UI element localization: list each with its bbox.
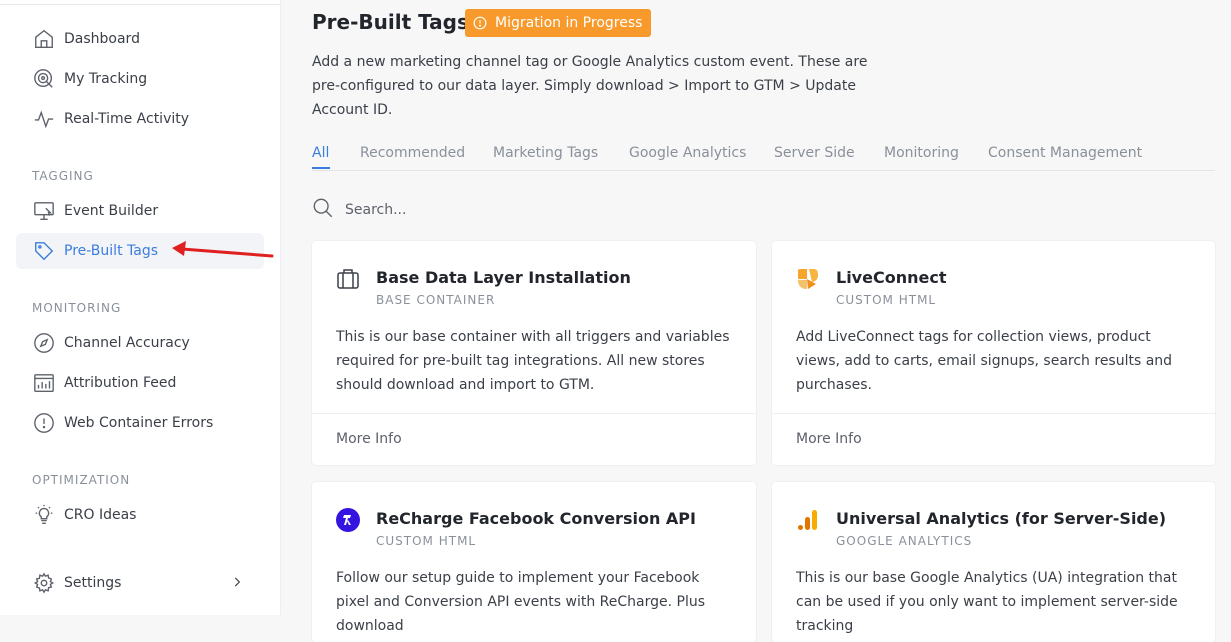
divider	[0, 4, 280, 5]
sidebar-item-cro-ideas[interactable]: CRO Ideas	[16, 497, 264, 533]
gear-icon	[32, 571, 56, 595]
card-description: This is our base Google Analytics (UA) i…	[796, 570, 1178, 634]
search-input[interactable]	[343, 201, 597, 219]
tab-monitoring[interactable]: Monitoring	[884, 145, 959, 161]
page-title: Pre-Built Tags	[312, 10, 469, 34]
card-subtitle: BASE CONTAINER	[376, 293, 496, 307]
tag-card[interactable]: Universal Analytics (for Server-Side) GO…	[772, 482, 1215, 642]
info-icon	[473, 16, 487, 30]
divider	[312, 413, 756, 414]
tab-bar: All Recommended Marketing Tags Google An…	[312, 142, 1215, 171]
chevron-right-icon	[230, 575, 244, 593]
sidebar-item-label: Attribution Feed	[64, 375, 177, 391]
card-title: Universal Analytics (for Server-Side)	[836, 509, 1167, 528]
sidebar-item-label: CRO Ideas	[64, 507, 137, 523]
tab-recommended[interactable]: Recommended	[360, 145, 465, 161]
sidebar-item-attribution-feed[interactable]: Attribution Feed	[16, 365, 264, 401]
sidebar-item-label: Real-Time Activity	[64, 111, 190, 127]
sidebar-item-label: Web Container Errors	[64, 415, 214, 431]
liveconnect-logo-icon	[796, 267, 820, 291]
sidebar-item-channel-accuracy[interactable]: Channel Accuracy	[16, 325, 264, 361]
tab-all[interactable]: All	[312, 145, 329, 161]
sidebar-item-label: Event Builder	[64, 203, 159, 219]
chart-icon	[32, 371, 56, 395]
card-subtitle: GOOGLE ANALYTICS	[836, 534, 973, 548]
briefcase-icon	[336, 267, 360, 291]
section-label-tagging: TAGGING	[32, 169, 94, 183]
sidebar-item-label: Settings	[64, 575, 122, 591]
tracking-icon	[32, 67, 56, 91]
tab-server-side[interactable]: Server Side	[774, 145, 855, 161]
card-description: This is our base container with all trig…	[336, 329, 730, 393]
monitor-icon	[32, 199, 56, 223]
sidebar-item-settings[interactable]: Settings	[16, 565, 264, 601]
active-tab-indicator	[312, 167, 330, 169]
tag-card[interactable]: ReCharge Facebook Conversion API CUSTOM …	[312, 482, 756, 642]
sidebar-item-label: Pre-Built Tags	[64, 243, 159, 259]
annotation-arrow	[172, 241, 274, 258]
card-title: ReCharge Facebook Conversion API	[376, 509, 696, 528]
main-content: Pre-Built Tags Migration in Progress Add…	[281, 0, 1231, 642]
sidebar-item-my-tracking[interactable]: My Tracking	[16, 61, 264, 97]
card-title: LiveConnect	[836, 268, 947, 287]
tab-marketing-tags[interactable]: Marketing Tags	[493, 145, 598, 161]
recharge-logo-icon	[336, 508, 360, 532]
sidebar-item-label: My Tracking	[64, 71, 148, 87]
section-label-optimization: OPTIMIZATION	[32, 473, 131, 487]
status-badge: Migration in Progress	[465, 9, 652, 37]
badge-label: Migration in Progress	[495, 15, 643, 31]
tag-icon	[32, 239, 56, 263]
card-subtitle: CUSTOM HTML	[836, 293, 937, 307]
google-analytics-icon	[796, 508, 820, 532]
activity-icon	[32, 107, 56, 131]
search-bar	[312, 198, 612, 222]
tag-card[interactable]: LiveConnect CUSTOM HTML Add LiveConnect …	[772, 241, 1215, 465]
card-subtitle: CUSTOM HTML	[376, 534, 477, 548]
sidebar-item-label: Dashboard	[64, 31, 140, 47]
card-description: Add LiveConnect tags for collection view…	[796, 329, 1173, 393]
search-icon	[312, 197, 334, 223]
card-title: Base Data Layer Installation	[376, 268, 631, 287]
compass-icon	[32, 331, 56, 355]
divider	[772, 413, 1215, 414]
more-info-link[interactable]: More Info	[336, 431, 402, 447]
page-description: Add a new marketing channel tag or Googl…	[312, 54, 868, 118]
sidebar-item-event-builder[interactable]: Event Builder	[16, 193, 264, 229]
sidebar-item-real-time-activity[interactable]: Real-Time Activity	[16, 101, 264, 137]
tab-google-analytics[interactable]: Google Analytics	[629, 145, 746, 161]
tag-card[interactable]: Base Data Layer Installation BASE CONTAI…	[312, 241, 756, 465]
more-info-link[interactable]: More Info	[796, 431, 862, 447]
lightbulb-icon	[32, 503, 56, 527]
alert-icon	[32, 411, 56, 435]
sidebar-item-label: Channel Accuracy	[64, 335, 190, 351]
card-description: Follow our setup guide to implement your…	[336, 570, 706, 634]
section-label-monitoring: MONITORING	[32, 301, 122, 315]
sidebar-item-dashboard[interactable]: Dashboard	[16, 21, 264, 57]
sidebar: Dashboard My Tracking Real-Time Activity…	[0, 0, 281, 615]
tab-consent-management[interactable]: Consent Management	[988, 145, 1142, 161]
home-icon	[32, 27, 56, 51]
sidebar-item-web-container-errors[interactable]: Web Container Errors	[16, 405, 264, 441]
